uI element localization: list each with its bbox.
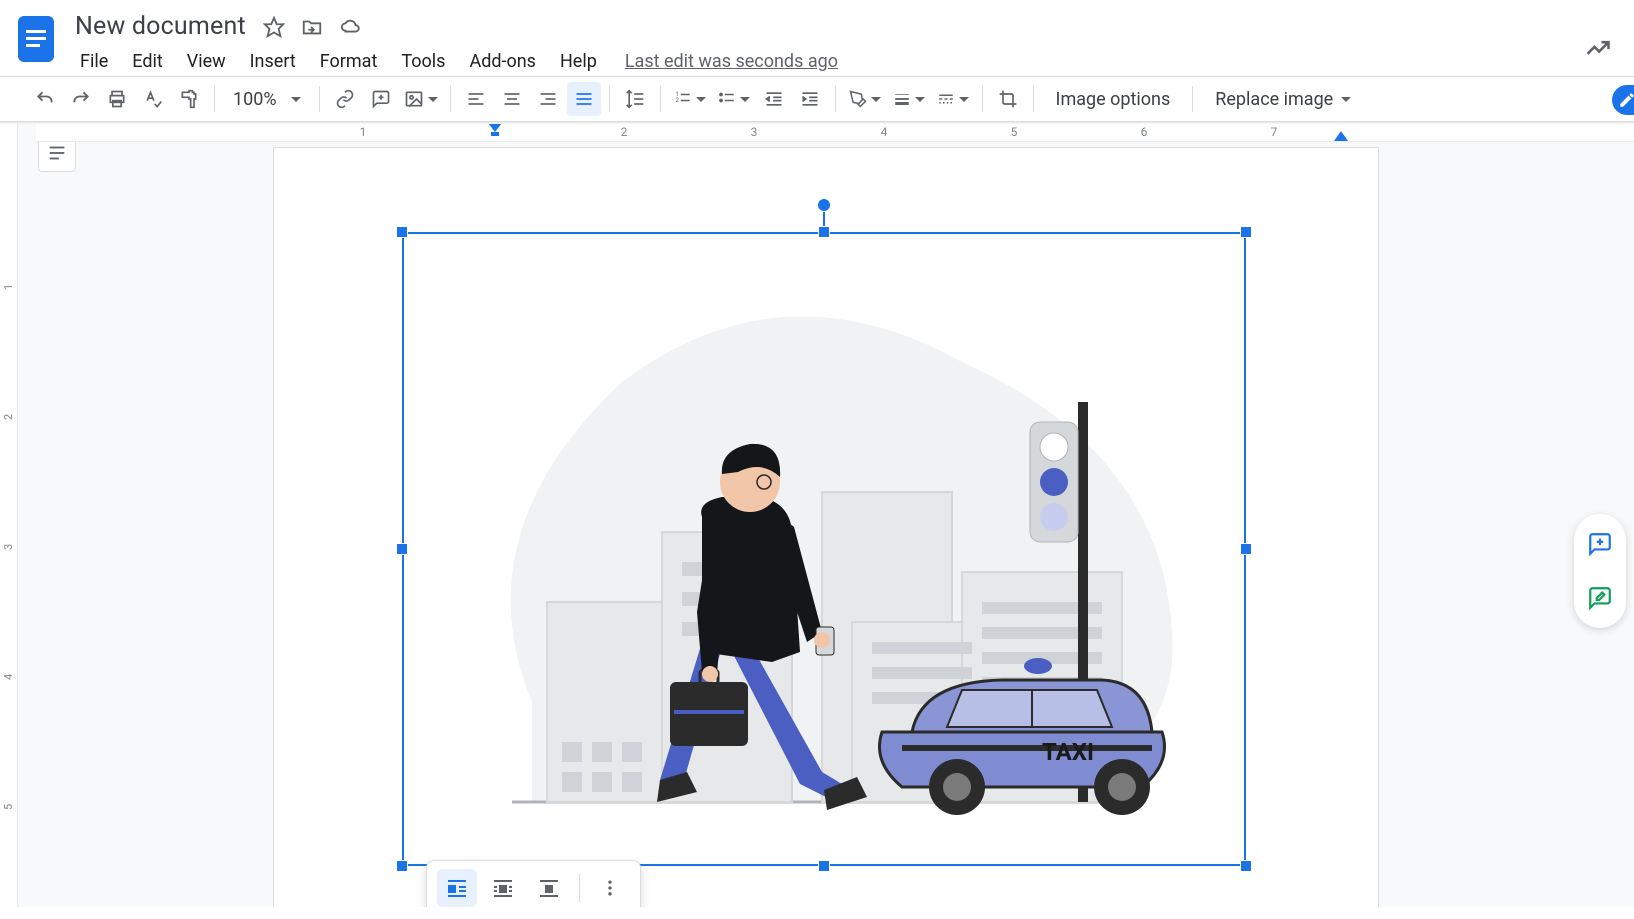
rotate-handle[interactable] bbox=[817, 198, 831, 212]
menu-format[interactable]: Format bbox=[310, 47, 388, 76]
menu-edit[interactable]: Edit bbox=[122, 47, 172, 76]
menubar: File Edit View Insert Format Tools Add-o… bbox=[70, 47, 1622, 76]
bulleted-list-button[interactable] bbox=[713, 82, 755, 116]
menu-file[interactable]: File bbox=[70, 47, 118, 76]
svg-text:2: 2 bbox=[675, 97, 679, 104]
wrap-more-button[interactable] bbox=[590, 869, 630, 907]
chevron-down-icon bbox=[740, 97, 750, 102]
wrap-text-button[interactable] bbox=[483, 869, 523, 907]
vruler-tick: 1 bbox=[2, 284, 15, 290]
document-page[interactable]: TAXI bbox=[274, 148, 1378, 907]
chevron-down-icon bbox=[428, 97, 438, 102]
increase-indent-button[interactable] bbox=[793, 82, 827, 116]
add-comment-float-button[interactable] bbox=[1580, 524, 1620, 564]
vruler-tick: 3 bbox=[2, 544, 15, 550]
resize-handle-bm[interactable] bbox=[818, 860, 830, 872]
image-options-button[interactable]: Image options bbox=[1042, 82, 1185, 116]
chevron-down-icon bbox=[915, 97, 925, 102]
chevron-down-icon bbox=[696, 97, 706, 102]
toolbar: 100% 12 Image options Replace image bbox=[0, 76, 1634, 122]
border-color-button[interactable] bbox=[844, 82, 886, 116]
vruler-tick: 2 bbox=[2, 414, 15, 420]
hruler-tick: 7 bbox=[1271, 125, 1278, 139]
hruler-tick: 1 bbox=[360, 125, 367, 139]
horizontal-ruler: 1 2 3 4 5 6 7 bbox=[36, 124, 1634, 142]
paint-format-button[interactable] bbox=[172, 82, 206, 116]
document-canvas: 1 2 3 4 5 1 2 3 4 5 6 7 bbox=[0, 124, 1634, 907]
resize-handle-tm[interactable] bbox=[818, 226, 830, 238]
app-header: New document File Edit View Insert Forma… bbox=[0, 0, 1634, 76]
hruler-tick: 4 bbox=[881, 125, 888, 139]
align-left-button[interactable] bbox=[459, 82, 493, 116]
border-weight-button[interactable] bbox=[888, 82, 930, 116]
insert-image-button[interactable] bbox=[400, 82, 442, 116]
hruler-tick: 3 bbox=[751, 125, 758, 139]
resize-handle-mr[interactable] bbox=[1240, 543, 1252, 555]
selected-image[interactable]: TAXI bbox=[402, 232, 1246, 866]
vertical-ruler: 1 2 3 4 5 bbox=[0, 124, 18, 907]
vruler-tick: 5 bbox=[2, 804, 15, 810]
hruler-tick: 6 bbox=[1141, 125, 1148, 139]
menu-help[interactable]: Help bbox=[550, 47, 607, 76]
redo-button[interactable] bbox=[64, 82, 98, 116]
spellcheck-button[interactable] bbox=[136, 82, 170, 116]
menu-tools[interactable]: Tools bbox=[391, 47, 455, 76]
numbered-list-button[interactable]: 12 bbox=[669, 82, 711, 116]
activity-icon[interactable] bbox=[1584, 34, 1612, 62]
image-wrap-options bbox=[426, 860, 641, 907]
menu-addons[interactable]: Add-ons bbox=[459, 47, 546, 76]
resize-handle-ml[interactable] bbox=[396, 543, 408, 555]
wrap-inline-button[interactable] bbox=[437, 869, 477, 907]
selection-border bbox=[402, 232, 1246, 866]
align-center-button[interactable] bbox=[495, 82, 529, 116]
chevron-down-icon bbox=[959, 97, 969, 102]
align-justify-button[interactable] bbox=[567, 82, 601, 116]
print-button[interactable] bbox=[100, 82, 134, 116]
hruler-tick: 5 bbox=[1011, 125, 1018, 139]
resize-handle-tl[interactable] bbox=[396, 226, 408, 238]
chevron-down-icon bbox=[291, 97, 301, 102]
document-title[interactable]: New document bbox=[70, 10, 251, 43]
move-to-folder-icon[interactable] bbox=[301, 16, 323, 38]
side-float-buttons bbox=[1574, 514, 1626, 628]
wrap-break-button[interactable] bbox=[529, 869, 569, 907]
line-spacing-button[interactable] bbox=[618, 82, 652, 116]
resize-handle-bl[interactable] bbox=[396, 860, 408, 872]
resize-handle-br[interactable] bbox=[1240, 860, 1252, 872]
replace-image-button[interactable]: Replace image bbox=[1201, 82, 1365, 116]
right-indent-marker[interactable] bbox=[1334, 131, 1348, 141]
align-right-button[interactable] bbox=[531, 82, 565, 116]
suggest-edits-float-button[interactable] bbox=[1580, 578, 1620, 618]
insert-link-button[interactable] bbox=[328, 82, 362, 116]
chevron-down-icon bbox=[1341, 97, 1351, 102]
crop-image-button[interactable] bbox=[991, 82, 1025, 116]
hruler-tick: 2 bbox=[621, 125, 628, 139]
chevron-down-icon bbox=[871, 97, 881, 102]
cloud-saved-icon[interactable] bbox=[339, 16, 363, 38]
menu-view[interactable]: View bbox=[177, 47, 236, 76]
border-dash-button[interactable] bbox=[932, 82, 974, 116]
zoom-select[interactable]: 100% bbox=[223, 82, 311, 116]
decrease-indent-button[interactable] bbox=[757, 82, 791, 116]
editing-mode-button[interactable] bbox=[1612, 85, 1634, 115]
left-indent-marker[interactable] bbox=[488, 124, 502, 137]
last-edit-link[interactable]: Last edit was seconds ago bbox=[625, 51, 838, 72]
vruler-tick: 4 bbox=[2, 674, 15, 680]
star-icon[interactable] bbox=[263, 16, 285, 38]
menu-insert[interactable]: Insert bbox=[240, 47, 306, 76]
resize-handle-tr[interactable] bbox=[1240, 226, 1252, 238]
undo-button[interactable] bbox=[28, 82, 62, 116]
add-comment-button[interactable] bbox=[364, 82, 398, 116]
docs-logo[interactable] bbox=[12, 10, 60, 68]
